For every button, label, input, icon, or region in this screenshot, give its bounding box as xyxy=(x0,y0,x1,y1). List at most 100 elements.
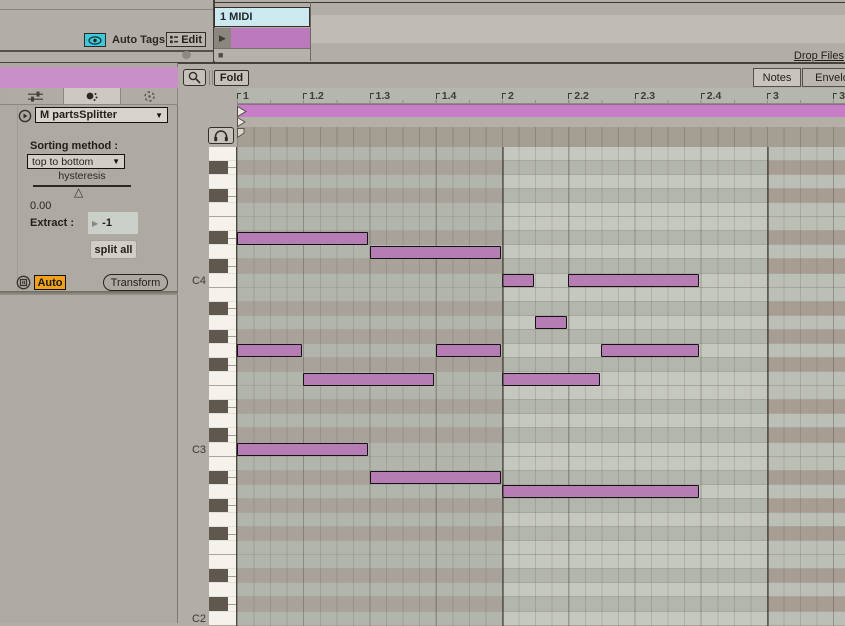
piano-key-G2[interactable] xyxy=(209,513,236,527)
stop-icon: ■ xyxy=(218,51,223,60)
clip-slot[interactable]: ▶ xyxy=(214,28,310,48)
sorting-method-value: top to bottom xyxy=(32,156,93,168)
auto-tags-control: Auto Tags xyxy=(84,33,165,47)
transform-button[interactable]: Transform xyxy=(103,274,168,291)
note-grid[interactable] xyxy=(237,147,845,626)
divider-handle-dot[interactable] xyxy=(182,51,191,59)
piano-key-F3[interactable] xyxy=(209,372,236,386)
loop-start-marker[interactable] xyxy=(237,106,247,117)
extract-number-box[interactable]: ▶ -1 xyxy=(88,212,138,234)
auto-tags-eye-toggle[interactable] xyxy=(84,33,106,47)
grid-top-band xyxy=(237,127,845,147)
beat-time-ruler[interactable]: 11.21.31.422.22.32.433. xyxy=(237,88,845,104)
midi-note-A#2[interactable] xyxy=(370,471,501,484)
midi-note-F3[interactable] xyxy=(502,373,600,386)
midi-note-G3[interactable] xyxy=(436,344,501,357)
toolbar-separator xyxy=(212,70,213,85)
piano-key-E2[interactable] xyxy=(209,555,236,569)
session-right-border xyxy=(310,2,311,61)
midi-note-G3[interactable] xyxy=(237,344,302,357)
clip-start-marker[interactable] xyxy=(237,117,246,127)
edit-button[interactable]: Edit xyxy=(166,32,206,47)
device-title-bar[interactable] xyxy=(0,67,178,88)
split-all-button[interactable]: split all xyxy=(90,240,137,259)
midi-track-header[interactable]: 1 MIDI xyxy=(214,7,310,27)
midi-note-C4[interactable] xyxy=(502,274,534,287)
piano-key-A4[interactable] xyxy=(209,147,236,161)
midi-preview-button[interactable] xyxy=(208,127,234,144)
device-tab-sliders[interactable] xyxy=(7,88,64,104)
piano-key-E3[interactable] xyxy=(209,386,236,400)
ruler-tick: 1.2 xyxy=(303,90,324,102)
grid-start-nub xyxy=(237,128,245,138)
piano-key-A#3[interactable] xyxy=(209,302,236,316)
midi-note-A2[interactable] xyxy=(502,485,699,498)
piano-key-F#2[interactable] xyxy=(209,527,236,541)
dashed-circle-icon xyxy=(143,90,156,103)
clip-play-icon[interactable]: ▶ xyxy=(214,28,231,48)
piano-keyboard xyxy=(209,147,237,626)
device-mode-icon[interactable] xyxy=(16,275,31,290)
piano-key-A3[interactable] xyxy=(209,316,236,330)
octave-label-C2: C2 xyxy=(178,613,206,625)
piano-key-C3[interactable] xyxy=(209,443,236,457)
panel-divider[interactable] xyxy=(0,50,213,52)
piano-key-C#2[interactable] xyxy=(209,597,236,611)
auto-toggle[interactable]: Auto xyxy=(34,275,66,290)
tab-notes[interactable]: Notes xyxy=(753,68,801,87)
device-tab-notes[interactable] xyxy=(64,88,121,104)
midi-note-D#4[interactable] xyxy=(237,232,368,245)
start-marker-lane[interactable] xyxy=(237,117,845,128)
piano-key-G#3[interactable] xyxy=(209,330,236,344)
midi-note-C4[interactable] xyxy=(568,274,699,287)
piano-key-G#4[interactable] xyxy=(209,161,236,175)
piano-key-A2[interactable] xyxy=(209,485,236,499)
preset-circle-icon[interactable] xyxy=(18,109,32,123)
ruler-tick: 2.2 xyxy=(568,90,589,102)
piano-key-B2[interactable] xyxy=(209,457,236,471)
midi-clip[interactable] xyxy=(231,28,310,48)
hysteresis-slider-handle[interactable]: △ xyxy=(74,185,83,199)
piano-key-F#3[interactable] xyxy=(209,358,236,372)
fold-button[interactable]: Fold xyxy=(214,70,249,86)
piano-key-G4[interactable] xyxy=(209,175,236,189)
piano-key-C2[interactable] xyxy=(209,612,236,626)
ruler-tick: 2.4 xyxy=(701,90,722,102)
piano-key-A#2[interactable] xyxy=(209,471,236,485)
piano-key-D4[interactable] xyxy=(209,245,236,259)
ruler-tick: 1.3 xyxy=(370,90,391,102)
piano-key-B3[interactable] xyxy=(209,288,236,302)
piano-key-D#2[interactable] xyxy=(209,569,236,583)
clip-stop-slot[interactable]: ■ xyxy=(214,48,310,61)
midi-note-D4[interactable] xyxy=(370,246,501,259)
sorting-method-dropdown[interactable]: top to bottom ▼ xyxy=(27,154,125,169)
piano-key-D#3[interactable] xyxy=(209,400,236,414)
headphones-icon xyxy=(213,129,229,142)
midi-note-C3[interactable] xyxy=(237,443,368,456)
piano-key-C#4[interactable] xyxy=(209,259,236,273)
piano-key-F4[interactable] xyxy=(209,203,236,217)
midi-note-G3[interactable] xyxy=(601,344,699,357)
piano-key-F2[interactable] xyxy=(209,541,236,555)
piano-key-C#3[interactable] xyxy=(209,428,236,442)
midi-note-F3[interactable] xyxy=(303,373,434,386)
device-tab-target[interactable] xyxy=(121,88,178,104)
piano-key-D3[interactable] xyxy=(209,414,236,428)
midi-note-A3[interactable] xyxy=(535,316,567,329)
piano-key-D2[interactable] xyxy=(209,583,236,597)
piano-key-G#2[interactable] xyxy=(209,499,236,513)
piano-key-G3[interactable] xyxy=(209,344,236,358)
loop-bar[interactable] xyxy=(237,104,845,117)
piano-key-C4[interactable] xyxy=(209,274,236,288)
hysteresis-label: hysteresis xyxy=(33,170,131,182)
octave-label-C4: C4 xyxy=(178,275,206,287)
chevron-down-icon: ▼ xyxy=(112,157,120,166)
device-tab-bar xyxy=(0,88,178,105)
piano-key-E4[interactable] xyxy=(209,217,236,231)
extract-label: Extract : xyxy=(30,217,74,229)
piano-key-F#4[interactable] xyxy=(209,189,236,203)
extract-value: -1 xyxy=(102,217,112,229)
preset-dropdown[interactable]: M partsSplitter ▼ xyxy=(35,107,168,123)
tab-envelopes[interactable]: Envelo xyxy=(802,68,845,87)
piano-key-D#4[interactable] xyxy=(209,231,236,245)
